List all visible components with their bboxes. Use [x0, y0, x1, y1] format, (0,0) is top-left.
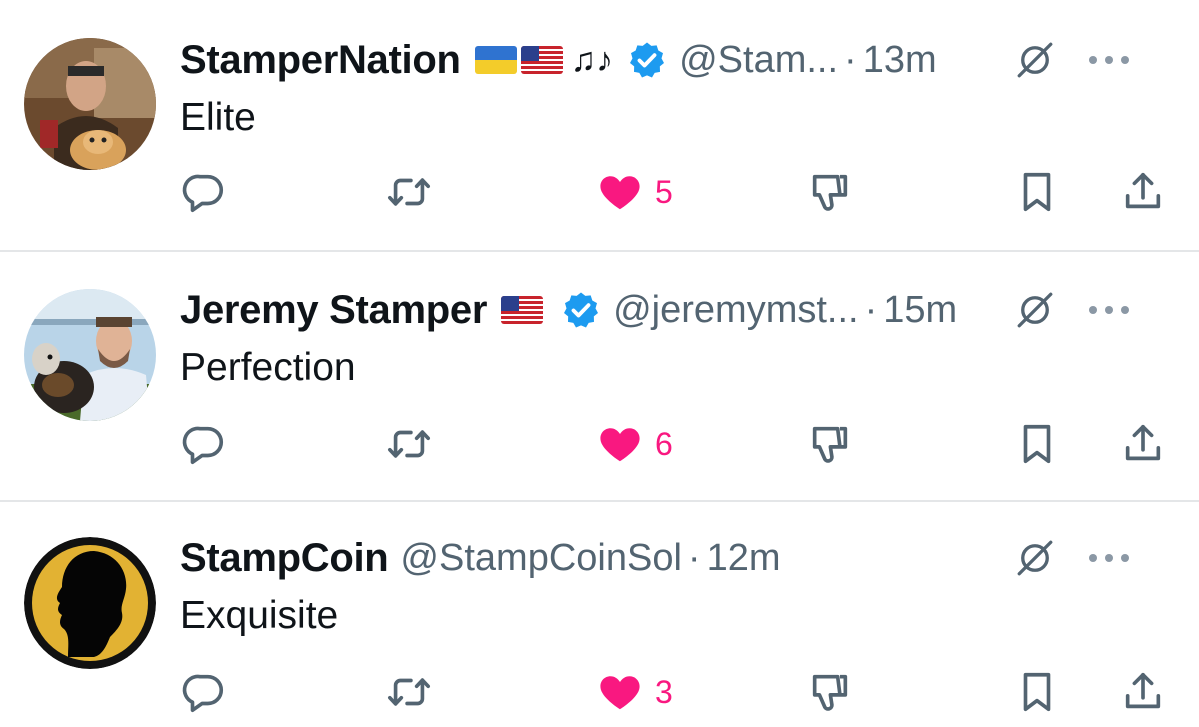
- reply-icon: [181, 669, 227, 715]
- like-button[interactable]: 6: [597, 414, 673, 474]
- verified-icon: [627, 40, 667, 80]
- display-name[interactable]: StamperNation: [180, 38, 461, 83]
- share-icon: [1120, 421, 1166, 467]
- share-button[interactable]: [1120, 162, 1166, 222]
- action-bar: 3: [0, 662, 1199, 722]
- more-icon[interactable]: [1089, 548, 1129, 568]
- retweet-button[interactable]: [386, 414, 432, 474]
- retweet-button[interactable]: [386, 162, 432, 222]
- dislike-icon: [807, 169, 853, 215]
- handle[interactable]: @jeremymst...: [613, 289, 858, 332]
- dislike-icon: [807, 421, 853, 467]
- more-icon[interactable]: [1089, 50, 1129, 70]
- retweet-icon: [386, 669, 432, 715]
- name-emoji: [501, 296, 547, 324]
- bookmark-button[interactable]: [1014, 162, 1060, 222]
- handle[interactable]: @StampCoinSol: [400, 537, 681, 580]
- bookmark-button[interactable]: [1014, 414, 1060, 474]
- reply-feed: StamperNation ♫♪ @Stam... · 13m Elite 5: [0, 0, 1199, 727]
- timestamp[interactable]: 13m: [863, 39, 937, 82]
- music-notes-icon: ♫♪: [570, 40, 614, 79]
- avatar[interactable]: [24, 38, 156, 170]
- separator: ·: [844, 38, 857, 81]
- reply-button[interactable]: [181, 414, 227, 474]
- tweet[interactable]: StamperNation ♫♪ @Stam... · 13m Elite 5: [0, 0, 1199, 252]
- share-button[interactable]: [1120, 414, 1166, 474]
- more-icon[interactable]: [1089, 300, 1129, 320]
- share-icon: [1120, 169, 1166, 215]
- bookmark-icon: [1014, 421, 1060, 467]
- avatar[interactable]: [24, 537, 156, 669]
- dislike-button[interactable]: [807, 162, 853, 222]
- tweet-header: StampCoin @StampCoinSol · 12m: [180, 530, 1159, 586]
- dislike-button[interactable]: [807, 662, 853, 722]
- heart-icon: [597, 669, 643, 715]
- us-flag-icon: [520, 46, 563, 74]
- separator: ·: [687, 536, 701, 579]
- heart-icon: [597, 169, 643, 215]
- like-count: 6: [655, 425, 673, 462]
- heart-icon: [597, 421, 643, 467]
- dislike-icon: [807, 669, 853, 715]
- name-emoji: ♫♪: [474, 40, 614, 80]
- us-flag-icon: [501, 296, 544, 324]
- bookmark-button[interactable]: [1014, 662, 1060, 722]
- retweet-icon: [386, 421, 432, 467]
- action-bar: 5: [0, 162, 1199, 222]
- reply-button[interactable]: [181, 162, 227, 222]
- tweet-header: StamperNation ♫♪ @Stam... · 13m: [180, 32, 1159, 88]
- grok-icon[interactable]: [1014, 537, 1056, 579]
- reply-icon: [181, 421, 227, 467]
- grok-icon[interactable]: [1014, 39, 1056, 81]
- share-icon: [1120, 669, 1166, 715]
- share-button[interactable]: [1120, 662, 1166, 722]
- reply-button[interactable]: [181, 662, 227, 722]
- handle[interactable]: @Stam...: [679, 39, 838, 82]
- tweet[interactable]: Jeremy Stamper @jeremymst... · 15m Perfe…: [0, 252, 1199, 502]
- like-button[interactable]: 5: [597, 162, 673, 222]
- tweet[interactable]: StampCoin @StampCoinSol · 12m Exquisite …: [0, 502, 1199, 725]
- like-button[interactable]: 3: [597, 662, 673, 722]
- action-bar: 6: [0, 414, 1199, 474]
- display-name[interactable]: StampCoin: [180, 536, 389, 581]
- avatar[interactable]: [24, 289, 156, 421]
- dislike-button[interactable]: [807, 414, 853, 474]
- tweet-header: Jeremy Stamper @jeremymst... · 15m: [180, 282, 1159, 338]
- retweet-button[interactable]: [386, 662, 432, 722]
- like-count: 5: [655, 173, 673, 210]
- grok-icon[interactable]: [1014, 289, 1056, 331]
- bookmark-icon: [1014, 669, 1060, 715]
- display-name[interactable]: Jeremy Stamper: [180, 288, 487, 333]
- tweet-text: Perfection: [180, 346, 356, 389]
- timestamp[interactable]: 15m: [883, 289, 957, 332]
- tweet-text: Elite: [180, 96, 256, 139]
- retweet-icon: [386, 169, 432, 215]
- verified-icon: [561, 290, 601, 330]
- bookmark-icon: [1014, 169, 1060, 215]
- like-count: 3: [655, 673, 673, 710]
- ukraine-flag-icon: [474, 46, 517, 74]
- timestamp[interactable]: 12m: [707, 537, 781, 580]
- tweet-text: Exquisite: [180, 594, 339, 637]
- reply-icon: [181, 169, 227, 215]
- separator: ·: [864, 288, 878, 331]
